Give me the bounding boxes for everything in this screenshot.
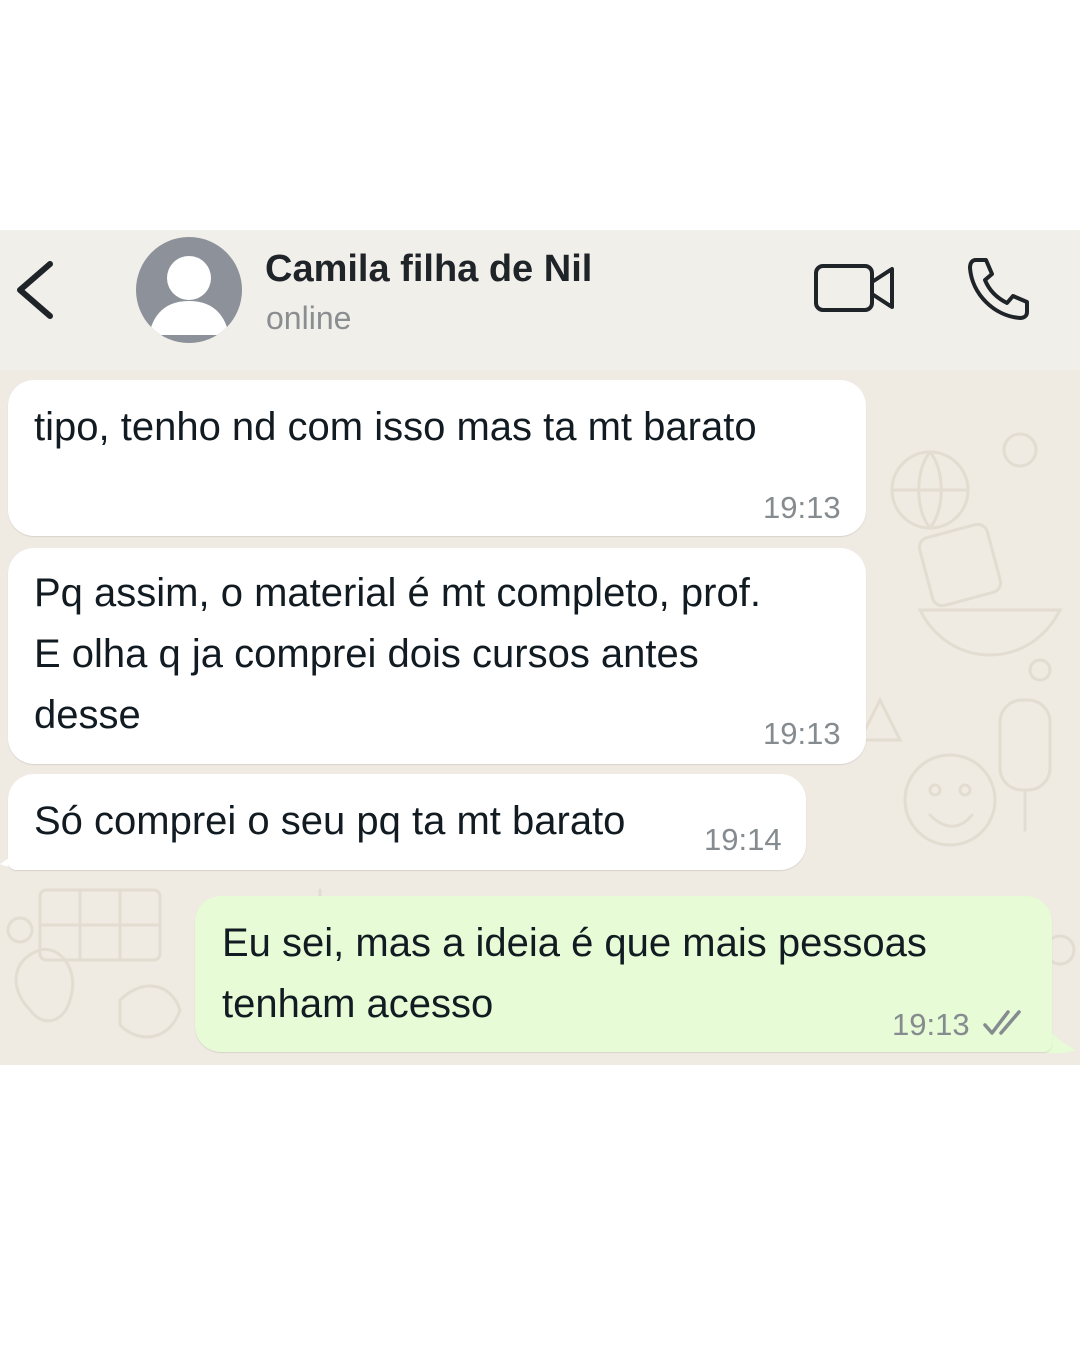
message-bubble-incoming[interactable]: tipo, tenho nd com isso mas ta mt barato… [8,380,866,536]
contact-name[interactable]: Camila filha de Nil [265,248,592,291]
message-bubble-incoming[interactable]: Só comprei o seu pq ta mt barato 19:14 [8,774,806,870]
message-time: 19:13 [763,490,841,525]
message-text: Pq assim, o material é mt completo, prof… [34,571,761,615]
default-avatar-icon [136,237,242,343]
chat-header: Camila filha de Nil online [0,230,1080,370]
avatar[interactable] [136,237,242,343]
message-time: 19:13 [763,716,841,751]
chevron-left-icon[interactable] [10,258,60,322]
message-bubble-outgoing[interactable]: Eu sei, mas a ideia é que mais pessoas t… [195,896,1052,1052]
message-text: Só comprei o seu pq ta mt barato [34,799,626,843]
message-text: Eu sei, mas a ideia é que mais pessoas [222,921,927,965]
phone-icon[interactable] [962,256,1034,322]
message-text: desse [34,693,141,737]
message-text: tenham acesso [222,982,494,1026]
contact-status: online [266,300,352,336]
message-text: tipo, tenho nd com isso mas ta mt barato [34,405,757,449]
video-camera-icon[interactable] [812,260,898,316]
message-time: 19:13 [892,1007,970,1042]
message-bubble-incoming[interactable]: Pq assim, o material é mt completo, prof… [8,548,866,764]
message-time: 19:14 [704,822,782,857]
chat-window: Camila filha de Nil online tipo, tenho n… [0,230,1080,1065]
double-check-icon [983,1010,1021,1035]
message-text: E olha q ja comprei dois cursos antes [34,632,699,676]
